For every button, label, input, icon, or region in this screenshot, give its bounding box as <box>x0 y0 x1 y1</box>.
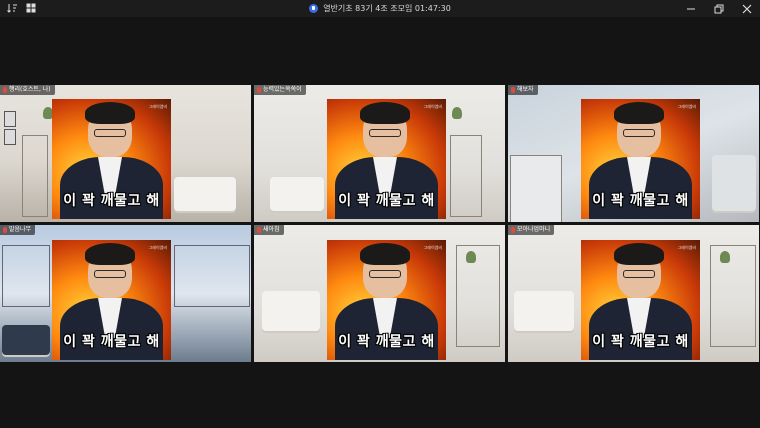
mic-muted-icon <box>511 227 515 233</box>
participant-name-label: 행리(호스트, 나) <box>0 85 55 95</box>
participant-name: 해보자 <box>517 86 534 93</box>
mic-muted-icon <box>511 87 515 93</box>
shelf <box>450 135 482 217</box>
participant-name: 말음나무 <box>9 226 32 233</box>
restore-icon[interactable] <box>714 4 724 14</box>
participant-tile[interactable]: 그래이엠비 이 꽉 깨물고 해 행리(호스트, 나) <box>0 85 251 222</box>
mic-muted-icon <box>257 227 261 233</box>
participant-name-label: 해보자 <box>508 85 538 95</box>
participant-tile[interactable]: 그래이엠비 이 꽉 깨물고 해 해보자 <box>508 85 759 222</box>
participant-video: 그래이엠비 이 꽉 깨물고 해 <box>52 99 171 219</box>
security-shield-icon[interactable] <box>309 4 319 13</box>
shelf <box>456 245 500 347</box>
sofa <box>514 291 574 331</box>
title-bar: 열반기초 83기 4조 조모임 01:47:30 <box>0 0 760 17</box>
participant-video: 그래이엠비 이 꽉 깨물고 해 <box>327 99 446 219</box>
participant-name-label: 새아침 <box>254 225 284 235</box>
video-caption: 이 꽉 깨물고 해 <box>338 334 435 350</box>
participant-name: 새아침 <box>263 226 280 233</box>
meeting-title: 열반기초 83기 4조 조모임 01:47:30 <box>323 4 451 13</box>
participant-video: 그래이엠비 이 꽉 깨물고 해 <box>581 99 700 219</box>
close-icon[interactable] <box>742 4 752 14</box>
video-caption: 이 꽉 깨물고 해 <box>592 334 689 350</box>
staircase <box>510 155 562 222</box>
mic-muted-icon <box>3 87 7 93</box>
shelf <box>710 245 756 347</box>
participant-name-label: 말음나무 <box>0 225 36 235</box>
participant-name: 능력있는쏙쏙이 <box>263 86 302 93</box>
plant <box>466 251 476 263</box>
sofa <box>262 291 320 331</box>
participant-tile[interactable]: 그래이엠비 이 꽉 깨물고 해 모아나엄마니 <box>508 225 759 362</box>
participant-name: 행리(호스트, 나) <box>9 86 51 93</box>
video-caption: 이 꽉 깨물고 해 <box>338 193 435 209</box>
mic-muted-icon <box>3 227 7 233</box>
participant-tile[interactable]: 그래이엠비 이 꽉 깨물고 해 능력있는쏙쏙이 <box>254 85 505 222</box>
window <box>2 245 50 307</box>
participant-video: 그래이엠비 이 꽉 깨물고 해 <box>581 240 700 360</box>
participant-name-label: 능력있는쏙쏙이 <box>254 85 306 95</box>
mic-muted-icon <box>257 87 261 93</box>
minimize-icon[interactable] <box>686 4 696 14</box>
shelf <box>22 135 48 217</box>
sofa <box>174 177 236 211</box>
participant-tile[interactable]: 그래이엠비 이 꽉 깨물고 해 새아침 <box>254 225 505 362</box>
participant-tile[interactable]: 그래이엠비 이 꽉 깨물고 해 말음나무 <box>0 225 251 362</box>
participant-name-label: 모아나엄마니 <box>508 225 555 235</box>
sofa <box>270 177 324 211</box>
participant-name: 모아나엄마니 <box>517 226 551 233</box>
plant <box>452 107 462 119</box>
plant <box>720 251 730 263</box>
video-gallery: 그래이엠비 이 꽉 깨물고 해 행리(호스트, 나) 그래이엠비 이 꽉 깨물고… <box>0 85 760 363</box>
participant-video: 그래이엠비 이 꽉 깨물고 해 <box>52 240 171 360</box>
wall-frame <box>4 129 16 145</box>
doorway <box>712 155 756 211</box>
video-caption: 이 꽉 깨물고 해 <box>63 193 160 209</box>
video-caption: 이 꽉 깨물고 해 <box>63 334 160 350</box>
participant-video: 그래이엠비 이 꽉 깨물고 해 <box>327 240 446 360</box>
sofa <box>2 325 50 355</box>
video-caption: 이 꽉 깨물고 해 <box>592 193 689 209</box>
wall-frame <box>4 111 16 127</box>
window <box>174 245 250 307</box>
